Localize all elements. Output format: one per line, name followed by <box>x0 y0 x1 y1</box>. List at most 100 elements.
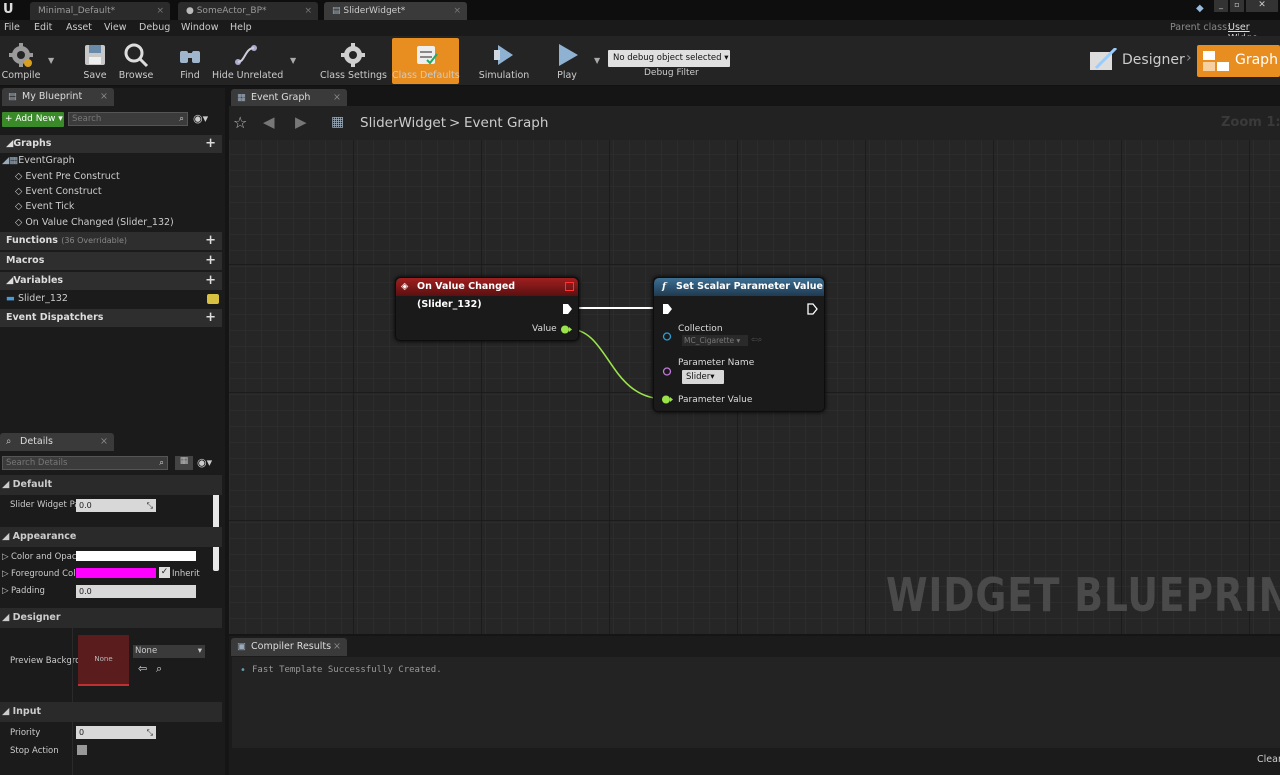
blueprint-search-input[interactable]: Search ⌕ <box>68 112 188 126</box>
exec-out-pin[interactable] <box>807 303 818 315</box>
add-graph-icon[interactable]: + <box>205 135 216 153</box>
section-event-dispatchers[interactable]: Event Dispatchers + <box>0 309 222 327</box>
add-variable-icon[interactable]: + <box>205 272 216 290</box>
expand-arrow-icon[interactable]: ▷ <box>2 569 9 579</box>
delegate-pin-icon[interactable] <box>565 282 574 291</box>
class-settings-button[interactable]: Class Settings <box>320 38 387 84</box>
expand-arrow-icon[interactable]: ▷ <box>2 552 9 562</box>
preview-background-select[interactable]: None ▾ <box>133 645 205 658</box>
find-button[interactable]: Find <box>172 38 208 84</box>
use-selected-arrow-icon[interactable]: ⇦⌕ <box>751 335 762 345</box>
color-opacity-swatch[interactable] <box>76 551 196 561</box>
add-macro-icon[interactable]: + <box>205 252 216 270</box>
eventgraph-item[interactable]: ◢▦EventGraph <box>2 155 75 166</box>
close-icon[interactable]: × <box>100 433 108 451</box>
menu-asset[interactable]: Asset <box>66 22 92 33</box>
add-dispatcher-icon[interactable]: + <box>205 309 216 327</box>
browse-button[interactable]: Browse <box>116 38 156 84</box>
log-bullet-icon: • <box>240 665 246 676</box>
tab-details[interactable]: ⌕ Details × <box>0 433 114 451</box>
close-icon[interactable]: × <box>453 2 461 20</box>
hide-unrelated-caret[interactable]: ▼ <box>290 56 296 65</box>
visibility-eye-icon[interactable]: ◉▾ <box>193 112 208 125</box>
event-node[interactable]: ◈ On Value Changed (Slider_132) Value <box>395 277 579 341</box>
play-button[interactable]: Play <box>546 38 588 84</box>
save-button[interactable]: Save <box>78 38 112 84</box>
close-icon[interactable]: × <box>333 638 341 656</box>
slider-widget-value-field[interactable]: 0.0 ⤡ <box>76 499 156 512</box>
tab-sliderwidget[interactable]: ▤ SliderWidget* × <box>324 2 467 20</box>
section-appearance[interactable]: ◢ Appearance <box>0 527 222 547</box>
add-new-button[interactable]: + Add New ▾ <box>2 112 64 127</box>
collection-pin[interactable] <box>662 331 674 342</box>
class-defaults-button[interactable]: Class Defaults <box>392 38 460 84</box>
event-item[interactable]: ◇ Event Construct <box>15 186 102 197</box>
tab-label: Compiler Results <box>251 641 332 652</box>
parameter-value-pin[interactable] <box>661 394 673 405</box>
tab-event-graph[interactable]: ▦ Event Graph × <box>231 89 347 107</box>
close-icon[interactable]: × <box>304 2 312 20</box>
menu-edit[interactable]: Edit <box>34 22 52 33</box>
tab-someactor-bp[interactable]: ● SomeActor_BP* × <box>178 2 318 20</box>
menu-window[interactable]: Window <box>181 22 218 33</box>
compile-button[interactable]: Compile <box>0 38 42 84</box>
menu-debug[interactable]: Debug <box>139 22 170 33</box>
designer-mode-button[interactable]: Designer <box>1088 46 1188 76</box>
collection-select[interactable]: MC_Cigarette ▾ <box>682 335 748 346</box>
event-node-header: ◈ On Value Changed (Slider_132) <box>396 278 578 310</box>
debug-object-select[interactable]: No debug object selected ▾ <box>608 50 730 67</box>
stop-action-checkbox[interactable] <box>77 745 87 755</box>
use-selected-arrow-icon[interactable]: ⇦ <box>138 662 147 675</box>
section-input[interactable]: ◢ Input <box>0 702 222 722</box>
event-item[interactable]: ◇ Event Tick <box>15 201 74 212</box>
parameter-name-select[interactable]: Slider▾ <box>682 370 724 384</box>
menu-help[interactable]: Help <box>230 22 252 33</box>
graph-mode-button[interactable]: Graph <box>1197 45 1280 77</box>
menu-file[interactable]: File <box>4 22 20 33</box>
menu-view[interactable]: View <box>104 22 127 33</box>
tab-my-blueprint[interactable]: ▤ My Blueprint × <box>2 88 114 106</box>
browse-asset-icon[interactable]: ⌕ <box>156 662 162 676</box>
expand-arrow-icon[interactable]: ▷ <box>2 586 9 596</box>
section-variables[interactable]: ◢Variables + <box>0 272 222 290</box>
simulation-button[interactable]: Simulation <box>476 38 532 84</box>
play-options-caret[interactable]: ▼ <box>594 56 600 65</box>
close-icon[interactable]: × <box>333 89 341 107</box>
tab-compiler-results[interactable]: ▣ Compiler Results × <box>231 638 347 656</box>
event-item[interactable]: ◇ On Value Changed (Slider_132) <box>15 217 174 228</box>
details-search-input[interactable]: Search Details ⌕ <box>2 456 168 470</box>
tab-minimal-default[interactable]: Minimal_Default* × <box>30 2 170 20</box>
close-window-button[interactable]: ✕ <box>1246 0 1278 12</box>
add-function-icon[interactable]: + <box>205 232 216 250</box>
exec-in-pin[interactable] <box>662 303 673 315</box>
value-out-pin[interactable] <box>560 324 572 335</box>
event-item[interactable]: ◇ Event Pre Construct <box>15 171 120 182</box>
preview-background-thumbnail[interactable]: None <box>78 635 129 686</box>
parameter-name-pin[interactable] <box>662 366 674 377</box>
padding-field[interactable]: 0.0 <box>76 585 196 598</box>
clear-button[interactable]: Clear <box>1257 754 1280 765</box>
function-node[interactable]: f Set Scalar Parameter Value Collection … <box>653 277 825 412</box>
source-control-icon[interactable]: ◆ <box>1196 3 1204 14</box>
exec-out-pin[interactable] <box>562 303 573 315</box>
visibility-eye-icon[interactable]: ◉▾ <box>197 456 212 469</box>
close-icon[interactable]: × <box>156 2 164 20</box>
maximize-button[interactable]: ▫ <box>1230 0 1244 12</box>
priority-field[interactable]: 0 ⤡ <box>76 726 156 739</box>
minimize-button[interactable]: _ <box>1214 0 1228 12</box>
property-matrix-icon[interactable]: ▦ <box>175 456 193 470</box>
section-graphs[interactable]: ◢Graphs + <box>0 135 222 153</box>
compile-options-caret[interactable]: ▼ <box>48 56 54 65</box>
variable-item[interactable]: ▬ Slider_132 <box>6 293 68 304</box>
section-functions[interactable]: Functions (36 Overridable) + <box>0 232 222 250</box>
close-icon[interactable]: × <box>100 88 108 106</box>
foreground-color-swatch[interactable] <box>76 568 156 578</box>
hide-unrelated-button[interactable]: Hide Unrelated <box>212 38 283 84</box>
inherit-checkbox[interactable]: ✓ <box>159 567 170 578</box>
section-default[interactable]: ◢ Default <box>0 475 222 495</box>
visibility-toggle-icon[interactable] <box>207 294 219 304</box>
section-macros[interactable]: Macros + <box>0 252 222 270</box>
compiler-message: Fast Template Successfully Created. <box>252 665 442 675</box>
graph-editor[interactable]: ☆ ◀ ▶ ▦ SliderWidget > Event Graph Zoom … <box>229 106 1280 634</box>
section-designer[interactable]: ◢ Designer <box>0 608 222 628</box>
